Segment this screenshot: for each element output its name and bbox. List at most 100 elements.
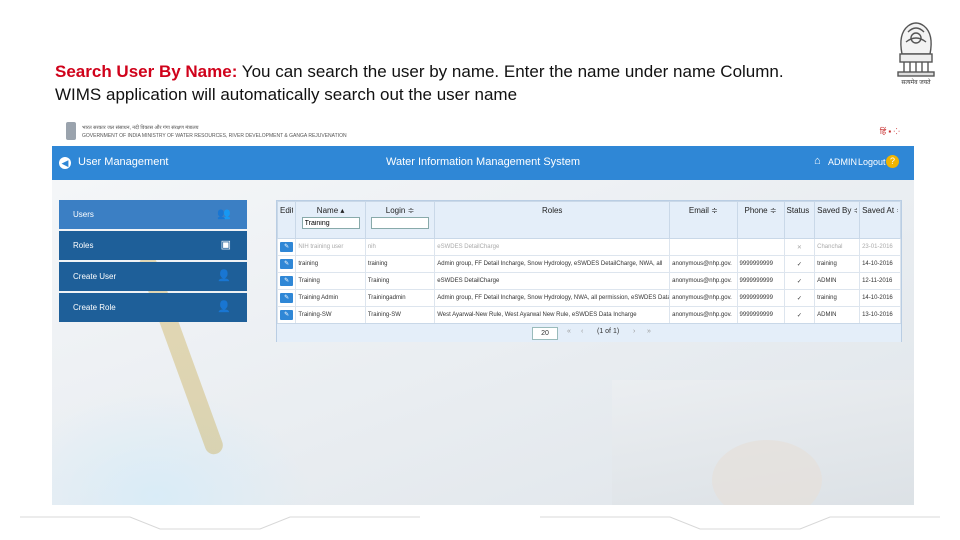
cell-saved-at: 14-10-2016 bbox=[859, 255, 901, 273]
cell-phone: 9999999999 bbox=[736, 289, 785, 307]
col-status[interactable]: Status ≑ bbox=[783, 201, 816, 239]
users-grid: Edit Name ▴ Login ≑ Roles Email ≑ Phone … bbox=[276, 200, 902, 342]
logout-link[interactable]: Logout bbox=[858, 157, 886, 167]
app-title: Water Information Management System bbox=[385, 156, 580, 168]
cell-saved-by: training bbox=[814, 289, 861, 307]
name-filter-input[interactable] bbox=[301, 217, 360, 229]
col-email[interactable]: Email ≑ bbox=[669, 201, 738, 239]
cell-saved-by: ADMIN bbox=[814, 306, 861, 324]
cell-email bbox=[669, 238, 738, 256]
sidebar: Users 👥 Roles ▣ Create User 👤 Create Rol… bbox=[59, 200, 247, 324]
edit-icon[interactable]: ✎ bbox=[280, 242, 294, 252]
page-size-select[interactable]: 20 bbox=[532, 327, 558, 340]
cell-phone: 9999999999 bbox=[736, 306, 785, 324]
table-row[interactable]: ✎ training training Admin group, FF Deta… bbox=[276, 255, 901, 273]
cell-saved-at: 23-01-2016 bbox=[859, 238, 901, 256]
edit-icon[interactable]: ✎ bbox=[280, 259, 294, 269]
sidebar-item-roles[interactable]: Roles ▣ bbox=[59, 231, 247, 260]
login-filter-input[interactable] bbox=[371, 217, 430, 229]
cell-status: ✓ bbox=[783, 255, 816, 273]
cell-phone: 9999999999 bbox=[736, 255, 785, 273]
cell-login: Training-SW bbox=[364, 306, 436, 324]
cell-saved-by: training bbox=[814, 255, 861, 273]
cell-login: nih bbox=[364, 238, 436, 256]
cell-email: anonymous@nhp.gov. bbox=[669, 255, 738, 273]
col-saved-by[interactable]: Saved By ≑ bbox=[814, 201, 861, 239]
caption-line2: WIMS application will automatically sear… bbox=[55, 85, 518, 104]
col-phone[interactable]: Phone ≑ bbox=[736, 201, 785, 239]
cell-name: NIH training user bbox=[295, 238, 366, 256]
cell-saved-at: 12-11-2016 bbox=[859, 272, 901, 290]
sidebar-item-label: Users bbox=[73, 210, 94, 219]
cell-roles: eSWDES DetailCharge bbox=[434, 272, 671, 290]
cell-saved-at: 13-10-2016 bbox=[859, 306, 901, 324]
first-page-button[interactable]: « bbox=[567, 328, 571, 335]
cell-roles: eSWDES DetailCharge bbox=[434, 238, 671, 256]
home-icon[interactable]: ⌂ bbox=[814, 155, 821, 167]
cell-status: ✓ bbox=[783, 272, 816, 290]
cell-login: training bbox=[364, 255, 436, 273]
government-header: भारत सरकार जल संसाधन, नदी विकास और गंगा … bbox=[52, 118, 914, 147]
gov-header-hindi: भारत सरकार जल संसाधन, नदी विकास और गंगा … bbox=[82, 125, 199, 131]
emblem-motto: सत्यमेव जयते bbox=[901, 80, 931, 86]
sidebar-item-label: Create User bbox=[73, 272, 117, 281]
cell-email: anonymous@nhp.gov. bbox=[669, 306, 738, 324]
cell-name: Training-SW bbox=[295, 306, 366, 324]
cell-saved-by: ADMIN bbox=[814, 272, 861, 290]
create-role-icon: 👤 bbox=[217, 301, 231, 313]
cell-login: Training bbox=[364, 272, 436, 290]
cell-roles: West Ayarwal-New Rule, West Ayarwal New … bbox=[434, 306, 671, 324]
edit-icon[interactable]: ✎ bbox=[280, 276, 294, 286]
next-page-button[interactable]: › bbox=[633, 328, 635, 335]
current-user: ADMIN bbox=[828, 157, 857, 167]
page-info: (1 of 1) bbox=[597, 328, 620, 335]
gov-logo-icon bbox=[66, 122, 76, 140]
col-name[interactable]: Name ▴ bbox=[295, 201, 366, 239]
app-topbar: ◀ User Management Water Information Mana… bbox=[52, 146, 914, 180]
sidebar-item-label: Roles bbox=[73, 241, 94, 250]
sidebar-item-label: Create Role bbox=[73, 303, 116, 312]
edit-icon[interactable]: ✎ bbox=[280, 310, 294, 320]
cell-roles: Admin group, FF Detail Incharge, Snow Hy… bbox=[434, 289, 671, 307]
sidebar-item-create-user[interactable]: Create User 👤 bbox=[59, 262, 247, 291]
cell-saved-at: 14-10-2016 bbox=[859, 289, 901, 307]
slide-footer-decoration bbox=[20, 516, 940, 530]
cell-email: anonymous@nhp.gov. bbox=[669, 289, 738, 307]
cell-status: ✓ bbox=[783, 289, 816, 307]
create-user-icon: 👤 bbox=[217, 270, 231, 282]
cell-phone: 9999999999 bbox=[736, 272, 785, 290]
cell-status: ✓ bbox=[783, 306, 816, 324]
help-icon[interactable]: ? bbox=[886, 155, 899, 168]
table-row[interactable]: ✎ Training Training eSWDES DetailCharge … bbox=[276, 272, 901, 290]
roles-icon: ▣ bbox=[220, 239, 231, 251]
table-row[interactable]: ✎ NIH training user nih eSWDES DetailCha… bbox=[276, 238, 901, 256]
prev-page-button[interactable]: ‹ bbox=[581, 328, 583, 335]
cell-email: anonymous@nhp.gov. bbox=[669, 272, 738, 290]
table-row[interactable]: ✎ Training-SW Training-SW West Ayarwal-N… bbox=[276, 306, 901, 324]
caption-highlight: Search User By Name: bbox=[55, 62, 238, 81]
slide-caption: Search User By Name: You can search the … bbox=[55, 60, 875, 106]
wims-screenshot: भारत सरकार जल संसाधन, नदी विकास और गंगा … bbox=[52, 118, 914, 505]
col-roles: Roles bbox=[434, 201, 671, 239]
sidebar-item-users[interactable]: Users 👥 bbox=[59, 200, 247, 229]
water-splash bbox=[52, 390, 312, 505]
col-saved-at[interactable]: Saved At ≑ bbox=[859, 201, 901, 239]
users-icon: 👥 bbox=[217, 208, 231, 220]
paginator: 20 « ‹ (1 of 1) › » bbox=[277, 323, 901, 342]
language-switch[interactable]: हिं ▪ ⁘ bbox=[880, 126, 900, 137]
cell-name: Training bbox=[295, 272, 366, 290]
col-edit: Edit bbox=[276, 201, 297, 239]
caption-line1: You can search the user by name. Enter t… bbox=[237, 62, 784, 81]
cell-status: ✕ bbox=[783, 238, 816, 256]
cell-saved-by: Chanchal bbox=[814, 238, 861, 256]
edit-icon[interactable]: ✎ bbox=[280, 293, 294, 303]
cell-name: Training Admin bbox=[295, 289, 366, 307]
last-page-button[interactable]: » bbox=[647, 328, 651, 335]
col-login[interactable]: Login ≑ bbox=[364, 201, 436, 239]
cell-login: Trainingadmin bbox=[364, 289, 436, 307]
cell-phone bbox=[736, 238, 785, 256]
cell-roles: Admin group, FF Detail Incharge, Snow Hy… bbox=[434, 255, 671, 273]
sidebar-item-create-role[interactable]: Create Role 👤 bbox=[59, 293, 247, 322]
gov-header-english: GOVERNMENT OF INDIA MINISTRY OF WATER RE… bbox=[82, 133, 347, 139]
table-row[interactable]: ✎ Training Admin Trainingadmin Admin gro… bbox=[276, 289, 901, 307]
